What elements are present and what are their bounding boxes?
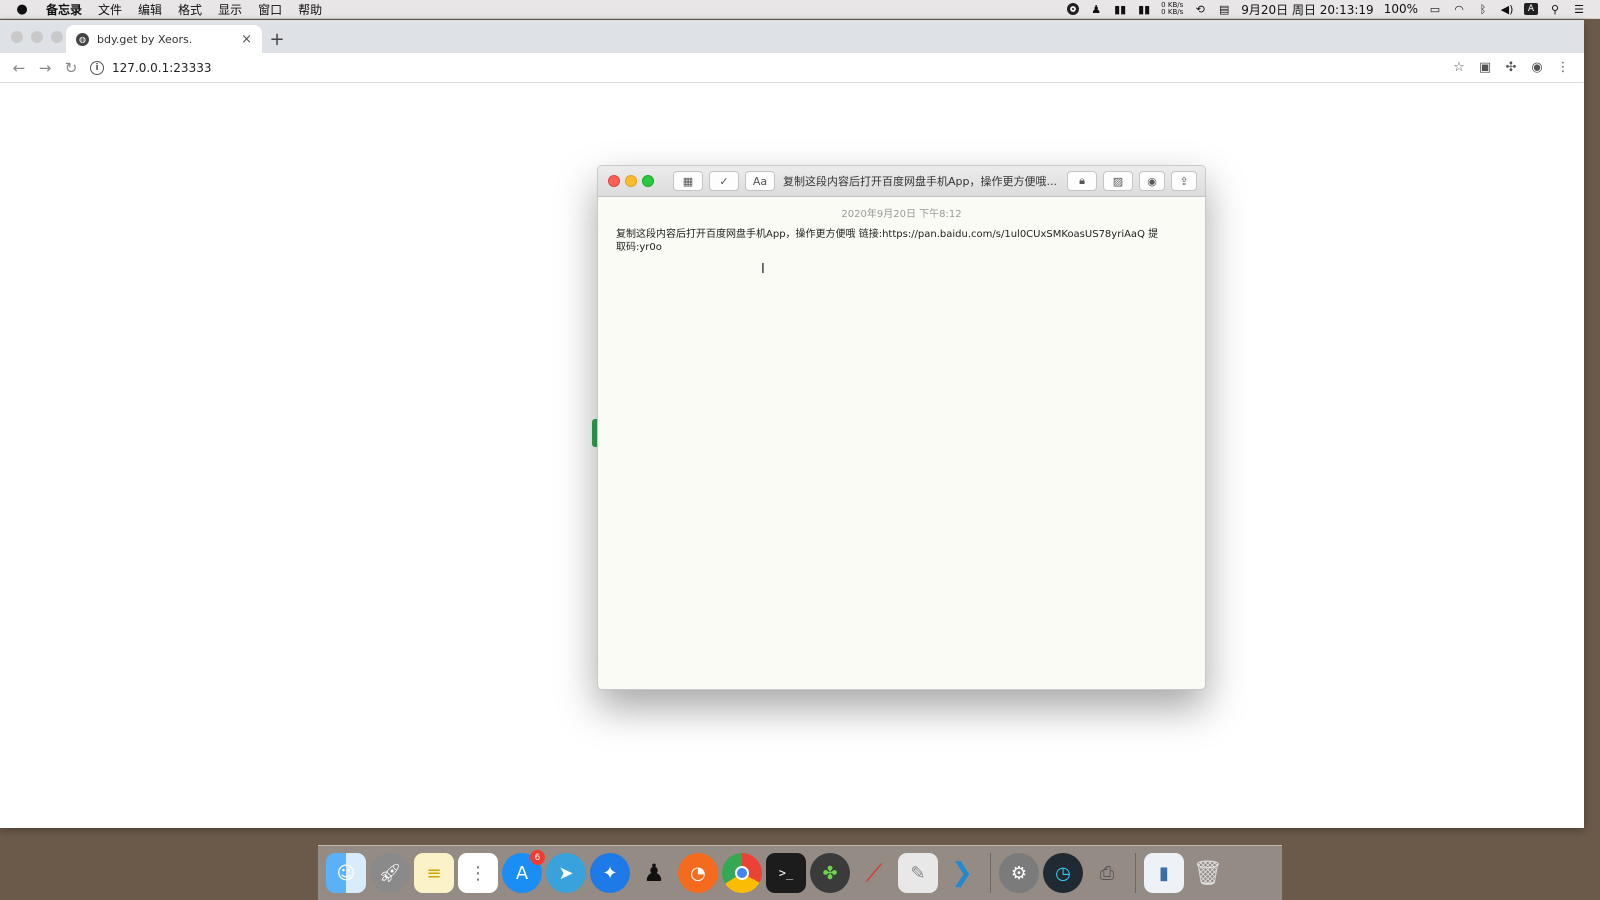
- finder-icon[interactable]: ☺: [326, 853, 366, 893]
- tab-strip: ◍ bdy.get by Xeors. × +: [0, 20, 1584, 53]
- table-button[interactable]: ▦: [673, 171, 703, 191]
- menu-format[interactable]: 格式: [170, 1, 210, 18]
- browser-toolbar: ← → ↻ i 127.0.0.1:23333 ☆ ▣ ✣ ◉ ⋮: [0, 53, 1584, 83]
- qq-icon[interactable]: ♟: [634, 853, 674, 893]
- media-icon[interactable]: ▣: [1472, 60, 1498, 75]
- wifi-icon[interactable]: ◠: [1452, 3, 1466, 16]
- menu-bar: ● 备忘录 文件 编辑 格式 显示 窗口 帮助 ♟ ▮▮ ▮▮ 0 KB/s 0 …: [0, 0, 1600, 19]
- time-machine-icon[interactable]: ⟲: [1193, 3, 1207, 16]
- address-bar[interactable]: i 127.0.0.1:23333: [90, 56, 1446, 80]
- firefox-icon[interactable]: ◔: [678, 853, 718, 893]
- app-store-icon[interactable]: A6: [502, 850, 545, 893]
- network-speed[interactable]: 0 KB/s 0 KB/s: [1161, 2, 1183, 16]
- script-editor-icon[interactable]: ✎: [898, 853, 938, 893]
- collaborate-button[interactable]: ◉: [1139, 171, 1165, 191]
- media-button[interactable]: ▨: [1103, 171, 1133, 191]
- browser-zoom-button[interactable]: [51, 31, 63, 43]
- bluetooth-icon[interactable]: ᛒ: [1476, 3, 1490, 16]
- bookmark-star-icon[interactable]: ☆: [1446, 60, 1472, 75]
- qq-status-icon[interactable]: ♟: [1089, 3, 1103, 16]
- tab-close-icon[interactable]: ×: [241, 32, 252, 47]
- note-body[interactable]: 复制这段内容后打开百度网盘手机App，操作更方便哦 链接:https://pan…: [598, 220, 1205, 254]
- notes-zoom-button[interactable]: [642, 175, 654, 187]
- format-button[interactable]: Aa: [745, 171, 775, 191]
- menu-edit[interactable]: 编辑: [130, 1, 170, 18]
- notes-app-icon[interactable]: ≡: [414, 853, 454, 893]
- menu-view[interactable]: 显示: [210, 1, 250, 18]
- notes-window: ▦ ✓ Aa 复制这段内容后打开百度网盘手机App，操作更方便哦... 🔒︎ ▨…: [597, 165, 1206, 690]
- redis-icon[interactable]: ⟋: [854, 853, 894, 893]
- text-cursor-icon: I: [761, 262, 765, 277]
- telegram-icon[interactable]: ➤: [546, 853, 586, 893]
- back-icon[interactable]: ←: [6, 59, 32, 77]
- new-tab-button[interactable]: +: [262, 25, 292, 53]
- trash-icon[interactable]: 🗑︎: [1188, 853, 1228, 893]
- browser-minimize-button[interactable]: [31, 31, 43, 43]
- tab-title: bdy.get by Xeors.: [97, 32, 193, 46]
- battery-icon[interactable]: ▭: [1428, 3, 1442, 16]
- clover-icon[interactable]: ✤: [810, 853, 850, 893]
- cpu-meter-icon[interactable]: ▮▮: [1113, 3, 1127, 16]
- keyboard-icon[interactable]: ▤: [1217, 3, 1231, 16]
- forward-icon[interactable]: →: [32, 59, 58, 77]
- notification-center-icon[interactable]: ☰: [1572, 3, 1586, 16]
- app-store-badge: 6: [530, 850, 545, 865]
- dock-separator: [990, 853, 991, 893]
- menu-app-name[interactable]: 备忘录: [44, 1, 90, 18]
- dock: ☺ 🚀︎ ≡ ⋮ A6 ➤ ✦ ♟ ◔ >_ ✤ ⟋ ✎ ❯ ⚙ ◷ ⎙ ▮ 🗑…: [318, 845, 1282, 900]
- browser-window-controls: [11, 31, 63, 43]
- browser-tab[interactable]: ◍ bdy.get by Xeors. ×: [66, 25, 262, 53]
- reminders-icon[interactable]: ⋮: [458, 853, 498, 893]
- checklist-button[interactable]: ✓: [709, 171, 739, 191]
- note-date: 2020年9月20日 下午8:12: [841, 209, 962, 220]
- archive-icon[interactable]: ▮: [1144, 853, 1184, 893]
- printer-icon[interactable]: ⎙: [1087, 853, 1127, 893]
- safari-icon[interactable]: ✦: [590, 853, 630, 893]
- notes-minimize-button[interactable]: [625, 175, 637, 187]
- menu-kebab-icon[interactable]: ⋮: [1550, 60, 1576, 75]
- memory-meter-icon[interactable]: ▮▮: [1137, 3, 1151, 16]
- reload-icon[interactable]: ↻: [58, 59, 84, 77]
- vscode-icon[interactable]: ❯: [942, 853, 982, 893]
- terminal-icon[interactable]: >_: [766, 853, 806, 893]
- profile-icon[interactable]: ◉: [1524, 60, 1550, 75]
- apple-menu-icon[interactable]: ●: [0, 2, 44, 17]
- extensions-icon[interactable]: ✣: [1498, 60, 1524, 75]
- net-down: 0 KB/s: [1161, 8, 1184, 16]
- share-button[interactable]: ⇪: [1171, 171, 1197, 191]
- dock-separator: [1135, 853, 1136, 893]
- notes-window-title: 复制这段内容后打开百度网盘手机App，操作更方便哦...: [783, 175, 1057, 188]
- volume-icon[interactable]: ◀): [1500, 3, 1514, 16]
- launchpad-icon[interactable]: 🚀︎: [370, 853, 410, 893]
- spotlight-icon[interactable]: ⚲: [1548, 3, 1562, 16]
- notes-close-button[interactable]: [608, 175, 620, 187]
- chrome-icon[interactable]: [722, 853, 762, 893]
- record-icon[interactable]: [1067, 3, 1080, 15]
- url-text: 127.0.0.1:23333: [112, 60, 212, 75]
- notes-toolbar: ▦ ✓ Aa 复制这段内容后打开百度网盘手机App，操作更方便哦... 🔒︎ ▨…: [598, 166, 1205, 197]
- site-info-icon[interactable]: i: [90, 60, 104, 75]
- lock-button[interactable]: 🔒︎: [1067, 171, 1097, 191]
- input-method-icon[interactable]: A: [1524, 3, 1538, 15]
- system-preferences-icon[interactable]: ⚙: [999, 853, 1039, 893]
- menu-file[interactable]: 文件: [90, 1, 130, 18]
- menu-datetime[interactable]: 9月20日 周日 20:13:19: [1241, 1, 1373, 18]
- battery-percent[interactable]: 100%: [1384, 2, 1418, 16]
- istat-icon[interactable]: ◷: [1043, 853, 1083, 893]
- globe-icon: ◍: [76, 32, 89, 46]
- menu-window[interactable]: 窗口: [250, 1, 290, 18]
- menu-help[interactable]: 帮助: [290, 1, 330, 18]
- browser-close-button[interactable]: [11, 31, 23, 43]
